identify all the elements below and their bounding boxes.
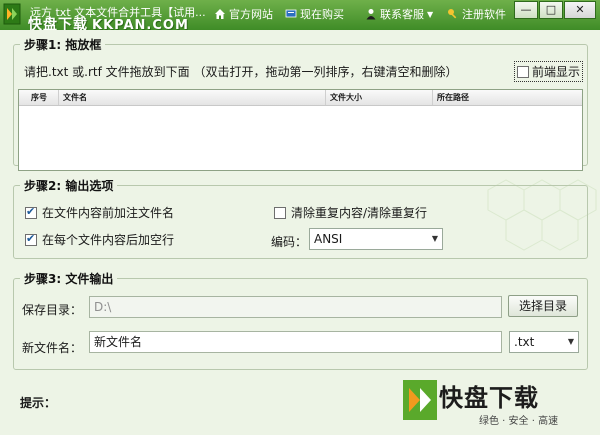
- hint-label: 提示：: [20, 396, 57, 410]
- menu-buy-now[interactable]: 现在购买: [285, 6, 344, 22]
- column-path[interactable]: 所在路径: [433, 90, 582, 105]
- logo-tagline: 绿色 · 安全 · 高速: [479, 416, 559, 427]
- option-label: 清除重复内容/清除重复行: [291, 206, 428, 220]
- menu-label: 官方网站: [229, 8, 273, 21]
- menu-label: 现在购买: [300, 8, 344, 21]
- menu-register-software[interactable]: 注册软件: [447, 6, 506, 22]
- encoding-label: 编码：: [271, 235, 308, 249]
- menu-official-site[interactable]: 官方网站: [214, 6, 273, 22]
- list-header: 序号 文件名 文件大小 所在路径: [19, 90, 582, 106]
- person-icon: [366, 9, 376, 20]
- chevron-down-icon: ▼: [427, 9, 434, 19]
- cart-icon: [285, 9, 297, 18]
- step2-output-options-group: 步骤2: 输出选项 在文件内容前加注文件名 在每个文件内容后加空行 清除重复内容…: [13, 177, 588, 259]
- step3-title: 步骤3: 文件输出: [20, 270, 118, 287]
- checkbox[interactable]: [274, 206, 286, 219]
- step1-title: 步骤1: 拖放框: [20, 36, 106, 53]
- home-icon: [215, 9, 225, 19]
- main-panel: 步骤1: 拖放框 请把.txt 或.rtf 文件拖放到下面 （双击打开，拖动第一…: [0, 30, 600, 435]
- front-display-label: 前端显示: [531, 65, 580, 79]
- save-dir-input[interactable]: D:\: [89, 296, 502, 318]
- encoding-select[interactable]: ANSI ▼: [309, 228, 443, 250]
- column-filename[interactable]: 文件名: [59, 90, 326, 105]
- new-filename-input[interactable]: 新文件名: [89, 331, 502, 353]
- extension-select[interactable]: .txt ▼: [509, 331, 579, 353]
- logo-text: 快盘下载: [439, 384, 539, 412]
- menu-label: 联系客服: [380, 8, 424, 21]
- step2-title: 步骤2: 输出选项: [20, 177, 118, 194]
- option-append-blank-line[interactable]: 在每个文件内容后加空行: [25, 231, 174, 248]
- step3-file-output-group: 步骤3: 文件输出 保存目录： D:\ 选择目录 新文件名： 新文件名 .txt…: [13, 270, 588, 370]
- new-filename-label: 新文件名：: [22, 341, 83, 355]
- drop-instruction: 请把.txt 或.rtf 文件拖放到下面 （双击打开，拖动第一列排序，右键清空和…: [24, 65, 458, 79]
- logo-mark-icon: [403, 380, 437, 420]
- extension-value: .txt: [514, 335, 535, 349]
- option-prepend-filename[interactable]: 在文件内容前加注文件名: [25, 204, 174, 221]
- chevron-down-icon: ▼: [567, 337, 574, 346]
- checkbox[interactable]: [25, 232, 37, 246]
- maximize-button[interactable]: □: [539, 1, 563, 19]
- minimize-button[interactable]: —: [514, 1, 538, 19]
- front-display-box[interactable]: [516, 65, 529, 78]
- app-icon: [3, 3, 21, 25]
- checkbox[interactable]: [25, 205, 37, 219]
- option-label: 在每个文件内容后加空行: [42, 233, 175, 247]
- title-bar: 远方 txt 文本文件合并工具【试用... 快盘下载 KKPAN.COM 官方网站…: [0, 0, 600, 33]
- chevron-down-icon: ▼: [431, 234, 438, 243]
- option-label: 在文件内容前加注文件名: [42, 206, 175, 220]
- column-index[interactable]: 序号: [19, 90, 59, 105]
- file-drop-list[interactable]: 序号 文件名 文件大小 所在路径: [18, 89, 583, 171]
- column-filesize[interactable]: 文件大小: [326, 90, 433, 105]
- kuaipan-logo: 快盘下载 绿色 · 安全 · 高速: [403, 378, 579, 434]
- choose-directory-button[interactable]: 选择目录: [508, 295, 578, 317]
- key-icon: [448, 9, 457, 19]
- front-display-checkbox[interactable]: 前端显示: [513, 61, 583, 82]
- option-remove-duplicates[interactable]: 清除重复内容/清除重复行: [274, 204, 427, 221]
- close-button[interactable]: ✕: [564, 1, 596, 19]
- menu-contact-support[interactable]: 联系客服 ▼: [365, 6, 433, 22]
- save-dir-label: 保存目录：: [22, 303, 83, 317]
- menu-label: 注册软件: [462, 8, 506, 21]
- step1-dropbox-group: 步骤1: 拖放框 请把.txt 或.rtf 文件拖放到下面 （双击打开，拖动第一…: [13, 36, 588, 171]
- encoding-value: ANSI: [314, 232, 343, 246]
